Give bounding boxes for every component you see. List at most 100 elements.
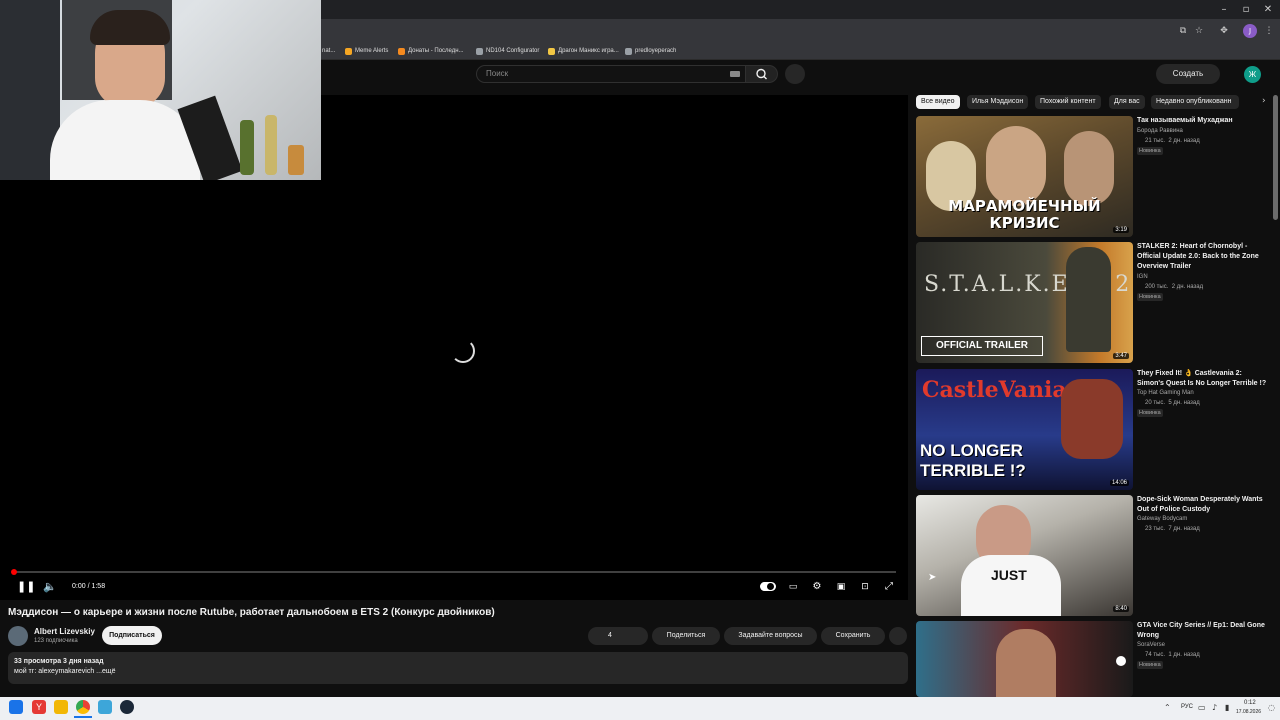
webcam-hair [90, 10, 170, 45]
bookmark-item[interactable]: Meme Alerts [345, 44, 388, 58]
battery-icon[interactable]: ▮ [1225, 703, 1229, 712]
bookmark-item[interactable]: Донаты - Последн... [398, 44, 464, 58]
rec-channel[interactable]: Борода Раввина [1137, 128, 1183, 134]
video-thumbnail[interactable]: МАРАМОЙЕЧНЫЙ КРИЗИС 3:19 [916, 116, 1133, 237]
scrollbar[interactable] [1273, 95, 1278, 220]
save-button[interactable]: Сохранить [821, 627, 885, 645]
active-app-indicator [74, 716, 92, 718]
profile-icon[interactable]: J [1243, 24, 1257, 38]
chrome-icon[interactable] [76, 700, 90, 714]
chip-channel[interactable]: Илья Мэддисон [967, 95, 1029, 109]
like-button[interactable]: 4 [588, 627, 648, 645]
subscriber-count: 123 подписчика [34, 638, 78, 644]
autoplay-knob [767, 583, 774, 590]
cast-icon[interactable]: ⊡ [858, 580, 872, 594]
clock-date[interactable]: 17.08.2026 [1236, 709, 1261, 715]
description-text[interactable]: мой тг: alexeymakarevich ...ещё [14, 668, 116, 675]
install-app-icon[interactable]: ⧉ [1176, 24, 1190, 38]
bookmark-favicon [398, 47, 405, 55]
browser-menu-icon[interactable]: ⋮ [1262, 24, 1276, 38]
fullscreen-icon[interactable]: ⤢ [882, 580, 896, 594]
new-badge: Новинка [1137, 293, 1163, 301]
miniplayer-icon[interactable]: ▣ [834, 580, 848, 594]
keyboard-icon[interactable] [730, 71, 740, 77]
rec-title[interactable]: STALKER 2: Heart of Chornobyl - Official… [1137, 242, 1270, 272]
loading-spinner [451, 339, 475, 363]
steam-icon[interactable] [120, 700, 134, 714]
start-icon[interactable] [9, 700, 23, 714]
chip-for-you[interactable]: Для вас [1109, 95, 1145, 109]
thumbnail-caption: NO LONGER TERRIBLE !? [920, 441, 1026, 480]
bookmark-item[interactable]: Драгон Маникс игра... [548, 44, 619, 58]
clock-time[interactable]: 0:12 [1244, 700, 1256, 706]
rec-channel[interactable]: SoraVerse [1137, 642, 1165, 648]
search-input[interactable]: Поиск [476, 65, 746, 83]
close-icon[interactable]: ✕ [1258, 3, 1278, 17]
duration-badge: 14:06 [1109, 480, 1129, 486]
pause-icon[interactable]: ❚❚ [17, 580, 35, 594]
thumbnail-caption: OFFICIAL TRAILER [921, 336, 1043, 356]
chip-related[interactable]: Похожий контент [1035, 95, 1101, 109]
search-button[interactable] [746, 65, 778, 83]
notifications-icon[interactable]: ◌ [1268, 703, 1275, 712]
rec-meta: 200 тыс. 2 дн. назад [1145, 284, 1204, 290]
webcam-bottle [265, 115, 277, 175]
progress-scrubber[interactable] [11, 569, 17, 575]
bookmark-item[interactable]: nat... [322, 44, 335, 58]
bookmark-item[interactable]: predloyeperach [625, 44, 676, 58]
minimize-icon[interactable]: – [1214, 3, 1234, 17]
video-thumbnail[interactable]: S.T.A.L.K.E.R. 2 OFFICIAL TRAILER 3:47 [916, 242, 1133, 363]
ask-button[interactable]: Задавайте вопросы [724, 627, 817, 645]
thumb-face [1064, 131, 1114, 206]
tray-chevron-icon[interactable]: ⌃ [1164, 703, 1171, 712]
rec-channel[interactable]: Gateway Bodycam [1137, 516, 1187, 522]
subtitles-icon[interactable]: ▭ [786, 580, 800, 594]
new-badge: Новинка [1137, 409, 1163, 417]
channel-avatar[interactable] [8, 626, 28, 646]
video-thumbnail[interactable] [916, 621, 1133, 697]
file-explorer-icon[interactable] [54, 700, 68, 714]
account-avatar[interactable]: Ж [1244, 66, 1261, 83]
subscribe-button[interactable]: Подписаться [102, 626, 162, 645]
language-indicator[interactable]: РУС [1181, 704, 1193, 710]
more-actions-button[interactable] [889, 627, 907, 645]
search-icon [756, 68, 767, 80]
rec-title[interactable]: They Fixed It! 👌 Castlevania 2: Simon's … [1137, 369, 1270, 389]
app-icon[interactable] [98, 700, 112, 714]
speaker-icon[interactable]: ♪ [1212, 703, 1217, 712]
chevron-right-icon[interactable]: › [1262, 96, 1266, 106]
create-button[interactable]: Создать [1156, 64, 1220, 84]
volume-icon[interactable]: 🔈 [43, 580, 57, 594]
time-display: 0:00 / 1:58 [72, 583, 106, 590]
chip-all[interactable]: Все видео [916, 95, 960, 109]
bookmark-favicon [548, 47, 555, 55]
rec-meta: 23 тыс. 7 дн. назад [1145, 526, 1200, 532]
video-thumbnail[interactable]: JUST 8:40 [916, 495, 1133, 616]
maximize-icon[interactable]: ▫ [1236, 3, 1256, 17]
thumb-shirt-print: JUST [991, 567, 1027, 583]
rec-channel[interactable]: IGN [1137, 274, 1148, 280]
progress-bar[interactable] [12, 571, 896, 573]
settings-icon[interactable]: ⚙ [810, 580, 824, 594]
rec-title[interactable]: GTA Vice City Series // Ep1: Deal Gone W… [1137, 621, 1270, 641]
chip-recent[interactable]: Недавно опубликованн [1151, 95, 1239, 109]
extensions-icon[interactable]: ✥ [1217, 24, 1231, 38]
rec-meta: 74 тыс. 1 дн. назад [1145, 652, 1200, 658]
rec-title[interactable]: Так называемый Мухаджан [1137, 116, 1270, 126]
yandex-icon[interactable]: Y [32, 700, 46, 714]
video-thumbnail[interactable]: CastleVania II NO LONGER TERRIBLE !? 14:… [916, 369, 1133, 490]
new-badge: Новинка [1137, 147, 1163, 155]
bookmark-favicon [345, 47, 352, 55]
new-badge: Новинка [1137, 661, 1163, 669]
voice-search-button[interactable] [785, 64, 805, 84]
rec-channel[interactable]: Top Hat Gaming Man [1137, 390, 1194, 396]
bookmark-star-icon[interactable]: ☆ [1192, 24, 1206, 38]
network-icon[interactable]: ▭ [1198, 703, 1206, 712]
description-box[interactable] [8, 652, 908, 684]
bookmark-item[interactable]: ND104 Configurator [476, 44, 539, 58]
thumb-light [1116, 656, 1126, 666]
rec-title[interactable]: Dope-Sick Woman Desperately Wants Out of… [1137, 495, 1270, 515]
view-count-date: 33 просмотра 3 дня назад [14, 658, 104, 665]
channel-name[interactable]: Albert Lizevskiy [34, 627, 95, 636]
share-button[interactable]: Поделиться [652, 627, 720, 645]
